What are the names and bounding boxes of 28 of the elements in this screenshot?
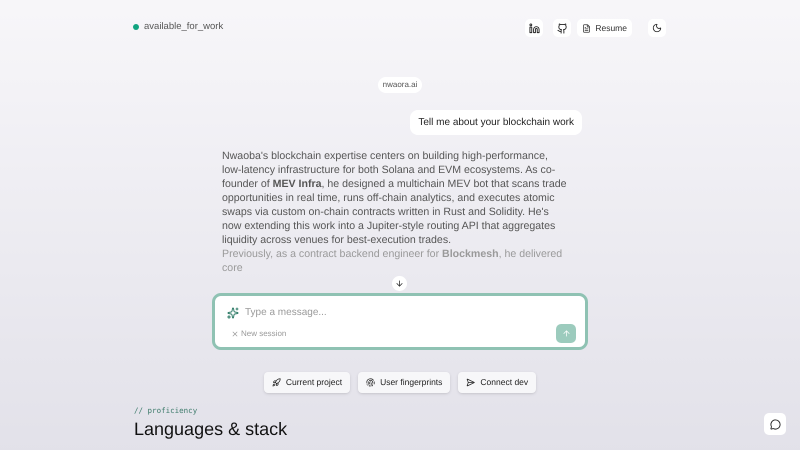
status-label: available_for_work — [144, 20, 224, 34]
resume-button[interactable]: Resume — [577, 19, 632, 37]
rocket-icon — [272, 378, 281, 387]
close-icon — [231, 330, 239, 338]
github-icon — [556, 22, 568, 34]
theme-toggle-button[interactable] — [648, 19, 666, 37]
speech-bubble-icon — [770, 418, 780, 430]
scroll-down-button[interactable] — [392, 276, 407, 291]
suggestion-chip[interactable]: User fingerprints — [358, 372, 450, 393]
message-input[interactable]: Type a message... — [245, 305, 573, 320]
source-pill: nwaora.ai — [378, 77, 422, 93]
user-message: Tell me about your blockchain work — [410, 110, 582, 135]
fingerprint-icon — [366, 378, 376, 387]
document-icon — [582, 24, 592, 32]
send-icon — [466, 378, 476, 387]
arrow-down-icon — [395, 279, 404, 288]
answer-paragraph: Previously, as a contract backend engineer for Blockmesh, he delivered core — [222, 247, 564, 275]
arrow-up-icon — [562, 329, 570, 338]
section-title: Languages & stack — [134, 419, 288, 440]
github-button[interactable] — [553, 19, 572, 37]
suggestion-chip[interactable]: Connect dev — [458, 372, 536, 393]
answer-paragraph: Nwaoba's blockchain expertise centers on building high-performance, low-latency infrastructure for both Solana and EVM ecosystems. As co-founder of MEV Infra, he designed a multichain MEV bot that scans trade opportunities in real time, runs off-chain analytics, and executes atomic swaps via custom on-chain contracts written in Rust and Solidity. He's now extending this work into a Jupiter-style routing API that aggregates liquidity across venues for best-execution trades. — [222, 149, 567, 247]
chat-button[interactable] — [764, 413, 786, 435]
suggestion-chip[interactable]: Current project — [264, 372, 350, 393]
sparkles-icon — [227, 306, 239, 318]
moon-icon — [652, 23, 662, 33]
linkedin-icon — [528, 22, 540, 34]
linkedin-button[interactable] — [525, 19, 544, 37]
